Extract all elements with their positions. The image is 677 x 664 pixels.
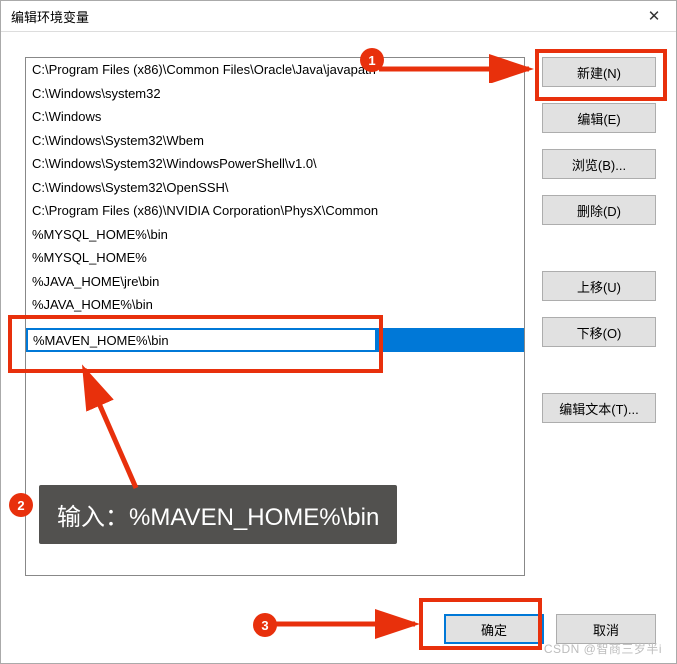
list-item[interactable]: %MYSQL_HOME%\bin (26, 223, 524, 247)
list-item[interactable]: C:\Windows (26, 105, 524, 129)
list-item[interactable]: %MYSQL_HOME% (26, 246, 524, 270)
title-bar: 编辑环境变量 ✕ (1, 1, 676, 32)
close-icon: ✕ (648, 7, 661, 25)
move-down-button[interactable]: 下移(O) (542, 317, 656, 347)
list-item[interactable]: C:\Program Files (x86)\NVIDIA Corporatio… (26, 199, 524, 223)
annotation-arrow-3 (275, 609, 425, 639)
dialog-title: 编辑环境变量 (11, 7, 89, 26)
list-item[interactable]: C:\Program Files (x86)\Common Files\Orac… (26, 58, 524, 82)
delete-button[interactable]: 删除(D) (542, 195, 656, 225)
path-listbox[interactable]: C:\Program Files (x86)\Common Files\Orac… (25, 57, 525, 576)
list-item[interactable]: %JAVA_HOME\jre\bin (26, 270, 524, 294)
list-item[interactable]: C:\Windows\system32 (26, 82, 524, 106)
dialog-window: 编辑环境变量 ✕ C:\Program Files (x86)\Common F… (0, 0, 677, 664)
list-item[interactable]: C:\Windows\System32\OpenSSH\ (26, 176, 524, 200)
list-item[interactable]: %JAVA_HOME%\bin (26, 293, 524, 317)
new-button[interactable]: 新建(N) (542, 57, 656, 87)
side-button-column: 新建(N) 编辑(E) 浏览(B)... 删除(D) 上移(U) 下移(O) 编… (542, 57, 658, 439)
move-up-button[interactable]: 上移(U) (542, 271, 656, 301)
list-item[interactable]: C:\Windows\System32\Wbem (26, 129, 524, 153)
close-button[interactable]: ✕ (632, 1, 676, 31)
list-item-editing (26, 328, 524, 352)
path-edit-input[interactable] (27, 329, 376, 351)
bottom-button-row: 确定 取消 (444, 614, 656, 644)
annotation-badge-3: 3 (253, 613, 277, 637)
ok-button[interactable]: 确定 (444, 614, 544, 644)
browse-button[interactable]: 浏览(B)... (542, 149, 656, 179)
cancel-button[interactable]: 取消 (556, 614, 656, 644)
list-item[interactable]: C:\Windows\System32\WindowsPowerShell\v1… (26, 152, 524, 176)
edit-button[interactable]: 编辑(E) (542, 103, 656, 133)
edit-text-button[interactable]: 编辑文本(T)... (542, 393, 656, 423)
